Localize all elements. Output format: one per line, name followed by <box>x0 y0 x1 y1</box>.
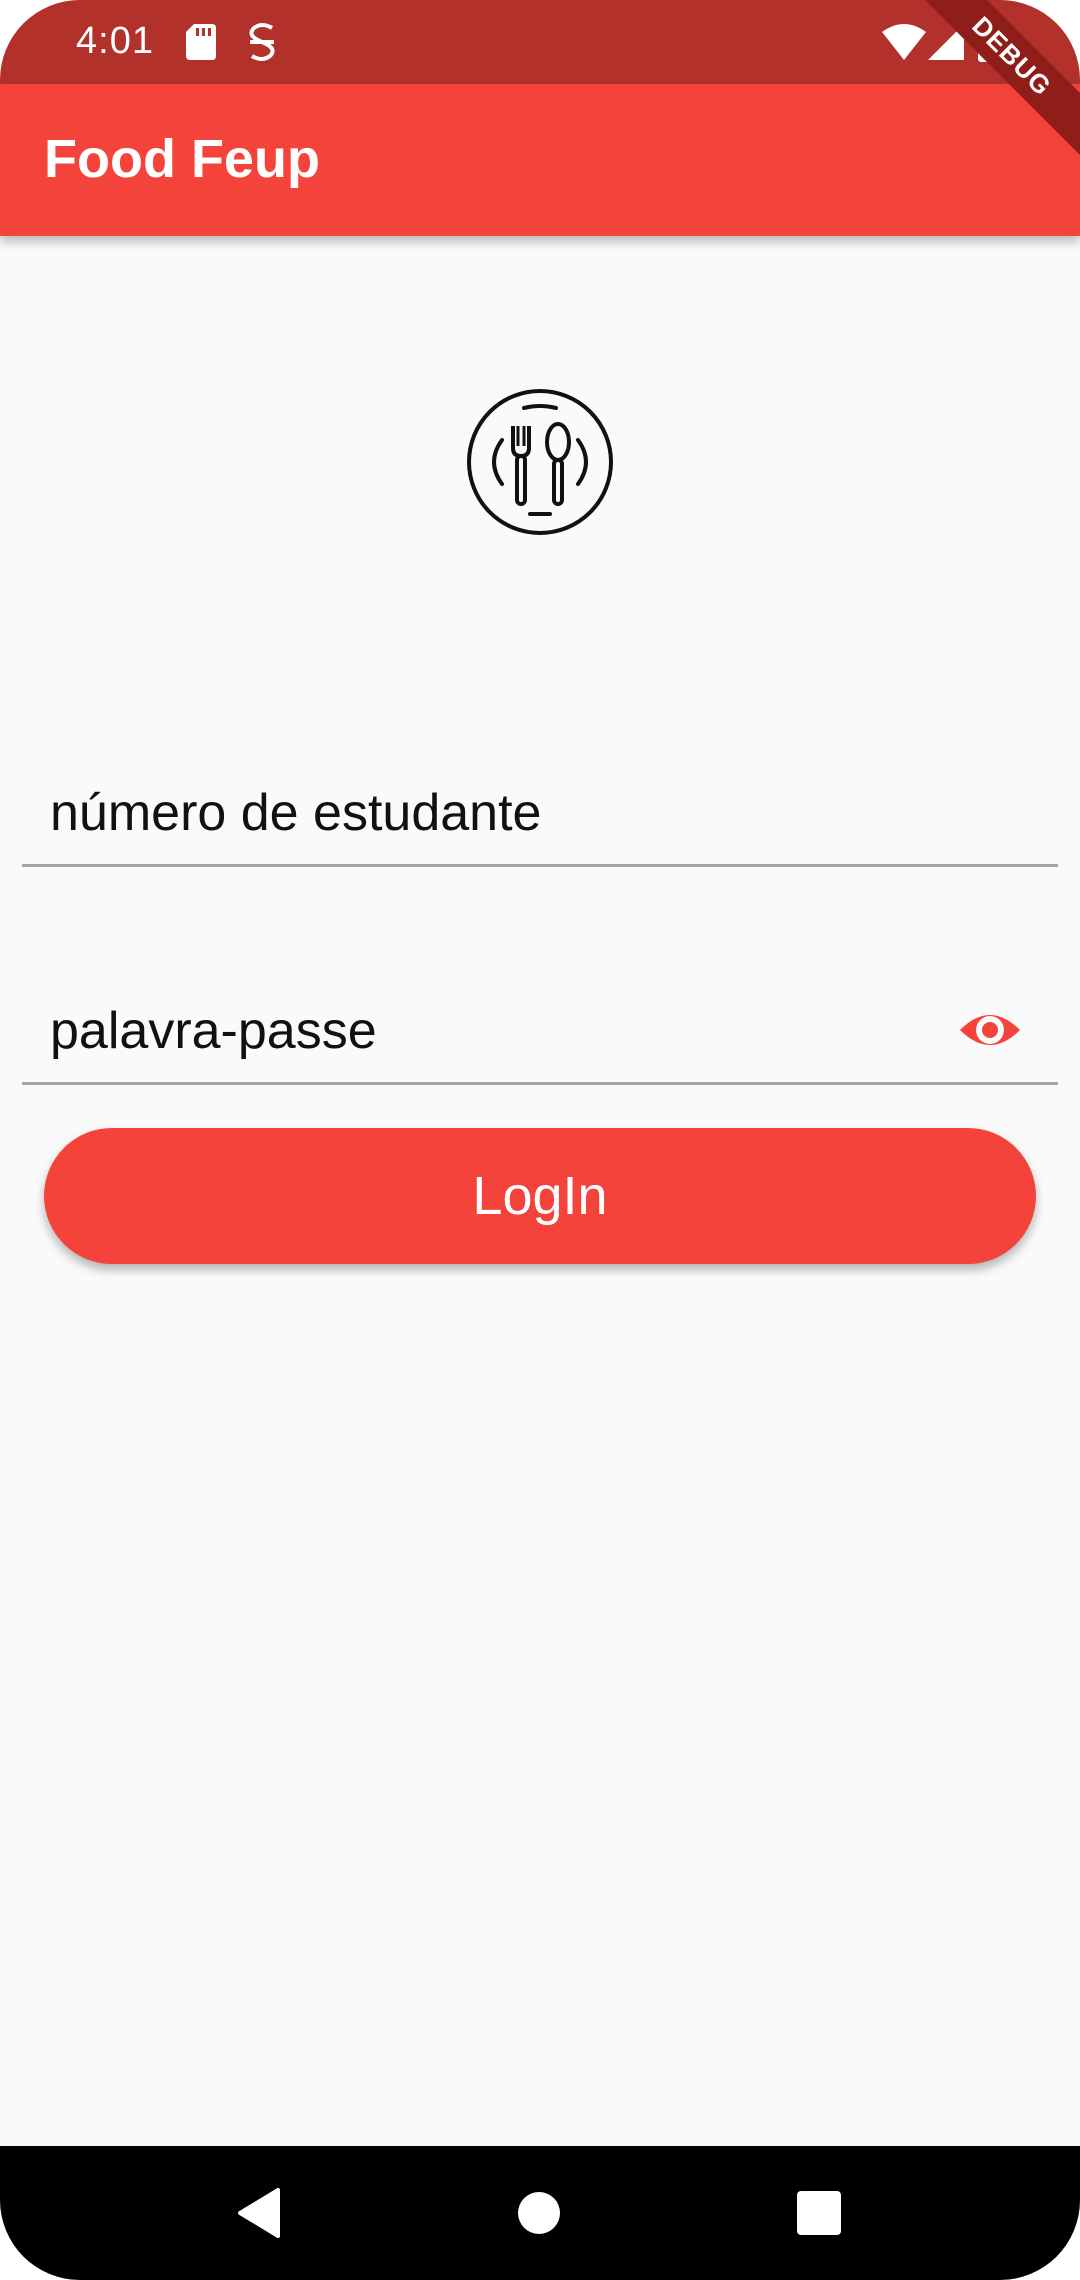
student-number-input[interactable] <box>50 778 950 848</box>
app-title: Food Feup <box>44 129 320 189</box>
status-time: 4:01 <box>76 20 154 62</box>
sd-card-icon <box>186 24 216 60</box>
login-button[interactable]: LogIn <box>44 1128 1036 1264</box>
recents-icon[interactable] <box>784 2178 854 2248</box>
password-field <box>22 982 1058 1085</box>
password-input[interactable] <box>50 996 950 1066</box>
fork-spoon-plate-icon <box>467 389 613 535</box>
back-icon[interactable] <box>222 2178 292 2248</box>
eye-icon[interactable] <box>958 1006 1022 1054</box>
status-bar: 4:01 <box>0 0 1080 84</box>
notification-icon <box>249 23 275 61</box>
wifi-icon <box>882 24 926 60</box>
phone-screen: 4:01 Food Feup DEBUG número de estudante… <box>0 0 1080 2280</box>
student-number-field <box>22 764 1058 867</box>
home-icon[interactable] <box>504 2178 574 2248</box>
navigation-bar <box>0 2146 1080 2280</box>
app-bar: Food Feup <box>0 84 1080 236</box>
